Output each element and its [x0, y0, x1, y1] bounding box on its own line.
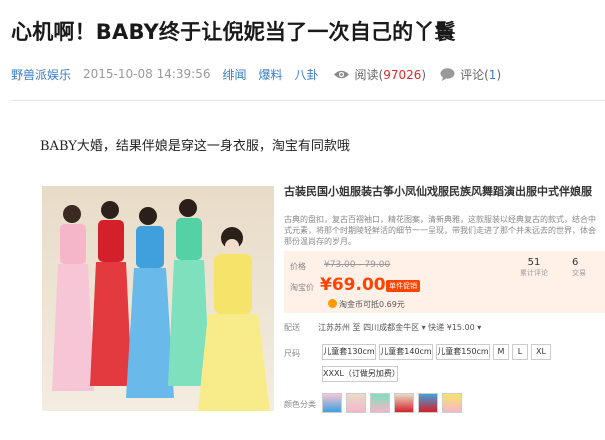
- source-link[interactable]: 野兽派娱乐: [11, 66, 71, 83]
- color-swatch[interactable]: [346, 393, 366, 413]
- shipping-label: 配送: [284, 323, 300, 332]
- promo-tag: 单件促销: [386, 280, 420, 292]
- trade-count: 6 交易: [572, 257, 586, 277]
- eye-icon: [333, 70, 349, 78]
- category-scoop-link[interactable]: 爆料: [258, 66, 282, 83]
- product-description: 古典的盘扣，复古百褶袖口，精花图案，清新典雅，这款服装以经典复古的款式，结合中式…: [284, 215, 596, 246]
- category-gossip-link[interactable]: 绯闻: [222, 66, 246, 83]
- color-swatch[interactable]: [442, 393, 462, 413]
- shipping-row[interactable]: 配送 江苏苏州 至 四川成都金牛区 ▾ 快递 ¥15.00 ▾: [284, 322, 481, 333]
- size-option[interactable]: XL: [531, 344, 551, 360]
- product-photo: [42, 186, 274, 411]
- size-option[interactable]: 儿童套130cm: [322, 344, 376, 360]
- comment-count[interactable]: 评论(1): [460, 66, 501, 83]
- color-swatch[interactable]: [394, 393, 414, 413]
- size-option[interactable]: M: [493, 344, 509, 360]
- original-price: ¥73.00 - 79.00: [324, 260, 391, 270]
- header-divider: [11, 100, 605, 101]
- product-title[interactable]: 古装民国小姐服装古筝小凤仙戏服民族风舞蹈演出服中式伴娘服: [284, 184, 599, 199]
- price-box: 价格 ¥73.00 - 79.00 淘宝价 ¥69.00 单件促销 51 累计评…: [284, 251, 605, 313]
- article-lead-text: BABY大婚，结果伴娘是穿这一身衣服，淘宝有同款哦: [40, 139, 350, 154]
- size-option[interactable]: XXXL（订做另加费）: [322, 366, 400, 382]
- product-detail-panel: 古装民国小姐服装古筝小凤仙戏服民族风舞蹈演出服中式伴娘服 古典的盘扣，复古百褶袖…: [284, 178, 605, 418]
- color-swatch[interactable]: [322, 393, 342, 413]
- color-swatch[interactable]: [370, 393, 390, 413]
- view-count: 阅读(97026): [354, 67, 427, 82]
- color-swatch[interactable]: [418, 393, 438, 413]
- review-count[interactable]: 51 累计评论: [504, 257, 564, 278]
- comment-bubble-icon: [440, 67, 455, 81]
- article-title: 心机啊！BABY终于让倪妮当了一次自己的丫鬟: [11, 20, 456, 44]
- size-option[interactable]: 儿童套140cm: [379, 344, 433, 360]
- article-meta: 野兽派娱乐 2015-10-08 14:39:56 绯闻 爆料 八卦 阅读(97…: [11, 64, 501, 84]
- product-screenshot: 古装民国小姐服装古筝小凤仙戏服民族风舞蹈演出服中式伴娘服 古典的盘扣，复古百褶袖…: [42, 178, 605, 418]
- promo-price-label: 淘宝价: [290, 283, 314, 292]
- price-label: 价格: [290, 262, 306, 271]
- current-price: ¥69.00: [320, 275, 386, 295]
- coin-icon: [328, 299, 337, 308]
- publish-date: 2015-10-08 14:39:56: [83, 67, 211, 81]
- taobao-coin-note: 淘金币可抵0.69元: [328, 299, 405, 310]
- shipping-text[interactable]: 江苏苏州 至 四川成都金牛区 ▾ 快递 ¥15.00 ▾: [318, 323, 481, 332]
- size-label: 尺码: [284, 349, 300, 358]
- size-option[interactable]: 儿童套150cm: [436, 344, 490, 360]
- color-label: 颜色分类: [284, 400, 316, 409]
- category-bagua-link[interactable]: 八卦: [295, 66, 319, 83]
- view-count-number: 97026: [383, 67, 422, 82]
- size-option[interactable]: L: [512, 344, 528, 360]
